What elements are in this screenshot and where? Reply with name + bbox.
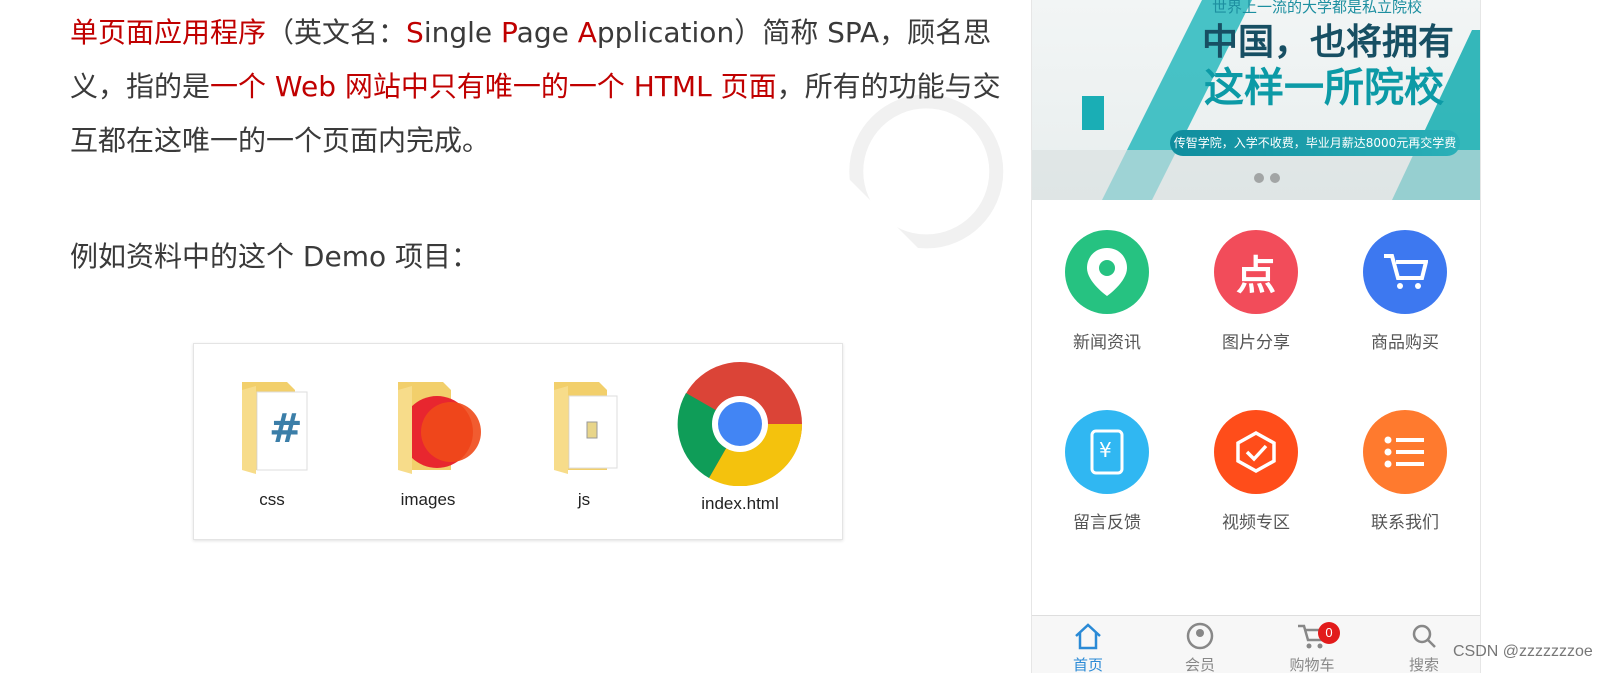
carousel-dots[interactable] [1254,168,1286,187]
carousel-dot[interactable] [1270,173,1280,183]
tab-label: 搜索 [1408,656,1439,673]
word-pplication: pplication [596,16,735,49]
paren-open: （英文名： [266,16,407,49]
folder-css-icon: # [242,382,308,474]
tab-cart[interactable]: 0 购物车 [1272,622,1352,673]
grid-label: 留言反馈 [1073,513,1141,533]
grid-item-video[interactable]: 视频专区 [1181,410,1331,533]
carousel-dot[interactable] [1254,173,1264,183]
folder-js-icon [554,382,618,474]
cart-count-badge: 0 [1318,622,1340,644]
grid-label: 新闻资讯 [1073,333,1141,353]
letter-p: P [501,16,517,49]
banner-headline-2: 这样一所院校 [1204,64,1444,111]
file-explorer-panel: # css images js index.html [193,343,843,540]
banner-headline-1: 中国，也将拥有 [1202,21,1455,63]
promo-banner[interactable]: 世界上一流的大学都是私立院校 中国，也将拥有 这样一所院校 传智学院，入学不收费… [1032,0,1480,200]
grid-item-news[interactable]: 新闻资讯 [1032,230,1182,353]
tab-member[interactable]: 会员 [1160,622,1240,673]
bottom-tab-bar: 首页 会员 0 购物车 搜索 [1032,615,1480,673]
search-icon [1412,624,1436,648]
tab-label: 首页 [1072,656,1103,673]
highlight-single-html: 一个 Web 网站中只有唯一的一个 HTML 页面 [210,70,777,103]
word-ingle: ingle [423,16,502,49]
file-item-js[interactable]: js [519,362,649,510]
shield-check-icon [1214,410,1298,494]
file-item-index-html[interactable]: index.html [675,362,805,514]
list-icon [1363,410,1447,494]
grid-label: 图片分享 [1222,333,1290,353]
chrome-icon [677,362,803,486]
tab-search[interactable]: 搜索 [1384,622,1464,673]
grid-label: 联系我们 [1371,513,1439,533]
file-name: index.html [701,494,779,513]
grid-item-contact[interactable]: 联系我们 [1330,410,1480,533]
folder-images-icon [398,382,481,474]
tab-label: 购物车 [1289,656,1335,673]
grid-label: 商品购买 [1371,333,1439,353]
file-name: css [259,490,285,509]
banner-subtitle: 传智学院，入学不收费，毕业月薪达8000元再交学费 [1170,130,1460,156]
tab-label: 会员 [1184,656,1215,673]
file-name: js [577,490,591,509]
grid-item-feedback[interactable]: ¥ 留言反馈 [1032,410,1182,533]
mobile-app-preview: 世界上一流的大学都是私立院校 中国，也将拥有 这样一所院校 传智学院，入学不收费… [1031,0,1481,673]
svg-text:¥: ¥ [1099,438,1112,462]
shopping-cart-icon [1363,230,1447,314]
example-heading: 例如资料中的这个 Demo 项目： [70,240,479,273]
article-paragraph: 单页面应用程序（英文名：Single Page Application）简称 S… [70,6,1020,168]
tab-home[interactable]: 首页 [1048,622,1128,673]
banner-top-line: 世界上一流的大学都是私立院校 [1212,0,1423,16]
file-item-css[interactable]: # css [207,362,337,510]
grid-item-photos[interactable]: 点 图片分享 [1181,230,1331,353]
grid-item-shop[interactable]: 商品购买 [1330,230,1480,353]
user-icon [1186,622,1214,650]
term-spa-cn: 单页面应用程序 [70,16,267,49]
home-icon [1075,623,1101,650]
dianping-icon: 点 [1214,230,1298,314]
letter-s: S [406,16,424,49]
csdn-credit: CSDN @zzzzzzzoe [1453,643,1593,660]
word-age: age [516,16,578,49]
location-pin-icon [1065,230,1149,314]
svg-text:#: # [269,406,303,452]
file-name: images [400,490,456,509]
file-item-images[interactable]: images [363,362,493,510]
grid-label: 视频专区 [1222,513,1290,533]
letter-a: A [577,16,597,49]
yen-tablet-icon: ¥ [1065,410,1149,494]
